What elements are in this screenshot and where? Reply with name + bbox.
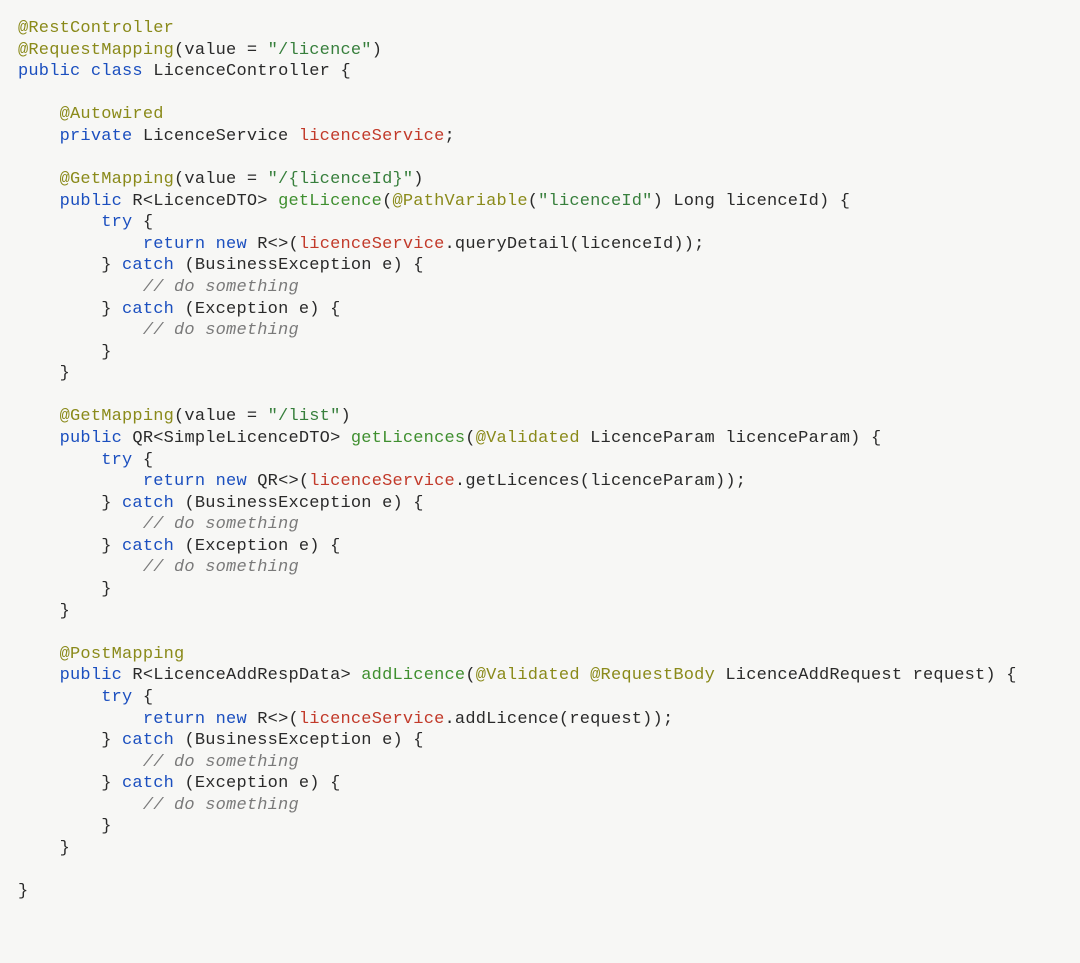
string-literal: "/list" [268,407,341,426]
code-text: LicenceParam licenceParam) { [580,429,882,448]
annotation: @Autowired [60,105,164,124]
code-text: (Exception e) { [174,537,340,556]
keyword: catch [122,256,174,275]
code-text: } [60,364,70,383]
code-text: { [132,451,153,470]
annotation: @PostMapping [60,645,185,664]
code-block: @RestController @RequestMapping(value = … [0,0,1080,943]
field: licenceService [299,235,445,254]
code-text: ( [465,429,475,448]
method-name: getLicence [278,192,382,211]
keyword: class [91,62,143,81]
string-literal: "/licence" [268,41,372,60]
code-text: R<>( [247,235,299,254]
keyword: try [101,213,132,232]
code-text: QR<>( [247,472,309,491]
code-text: ; [444,127,454,146]
annotation: @RequestMapping [18,41,174,60]
annotation: @RequestBody [590,666,715,685]
annotation: @Validated [476,666,580,685]
comment: // do something [143,796,299,815]
keyword: new [216,235,247,254]
keyword: catch [122,300,174,319]
code-text: R<LicenceDTO> [122,192,278,211]
comment: // do something [143,278,299,297]
code-text: R<>( [247,710,299,729]
code-text [580,666,590,685]
code-text: LicenceController { [143,62,351,81]
annotation: @RestController [18,19,174,38]
keyword: catch [122,537,174,556]
code-text: } [101,580,111,599]
code-text: .queryDetail(licenceId)); [445,235,705,254]
code-text: LicenceService [132,127,298,146]
keyword: return [143,710,205,729]
comment: // do something [143,753,299,772]
code-text: ) Long licenceId) { [653,192,851,211]
code-text: .getLicences(licenceParam)); [455,472,746,491]
code-text: .addLicence(request)); [445,710,674,729]
code-text: } [101,731,122,750]
annotation: @PathVariable [393,192,528,211]
code-text: } [101,494,122,513]
comment: // do something [143,515,299,534]
code-text: { [132,213,153,232]
code-text: (BusinessException e) { [174,494,424,513]
code-text: (BusinessException e) { [174,256,424,275]
keyword: public [60,429,122,448]
comment: // do something [143,558,299,577]
keyword: new [216,472,247,491]
annotation: @GetMapping [60,407,174,426]
string-literal: "licenceId" [538,192,652,211]
string-literal: "/{licenceId}" [268,170,414,189]
keyword: try [101,688,132,707]
code-text: { [132,688,153,707]
code-text: QR<SimpleLicenceDTO> [122,429,351,448]
comment: // do something [143,321,299,340]
code-text: } [101,774,122,793]
code-text: ) [413,170,423,189]
code-text: (value = [174,41,268,60]
keyword: return [143,472,205,491]
keyword: try [101,451,132,470]
code-text: ( [528,192,538,211]
method-name: getLicences [351,429,465,448]
keyword: new [216,710,247,729]
keyword: return [143,235,205,254]
code-text: } [101,817,111,836]
keyword: catch [122,731,174,750]
code-text: } [101,343,111,362]
code-text: } [18,882,28,901]
code-text: } [101,300,122,319]
field: licenceService [299,127,445,146]
code-text: } [60,602,70,621]
method-name: addLicence [361,666,465,685]
keyword: catch [122,774,174,793]
code-text: } [101,537,122,556]
code-text: } [60,839,70,858]
code-text: LicenceAddRequest request) { [715,666,1017,685]
annotation: @GetMapping [60,170,174,189]
code-text: ( [465,666,475,685]
keyword: catch [122,494,174,513]
code-text: (Exception e) { [174,300,340,319]
code-text: ) [340,407,350,426]
keyword: public [60,666,122,685]
field: licenceService [309,472,455,491]
keyword: public [60,192,122,211]
code-text: (Exception e) { [174,774,340,793]
code-text: (value = [174,407,268,426]
code-text: (value = [174,170,268,189]
code-text: ) [372,41,382,60]
code-text: R<LicenceAddRespData> [122,666,361,685]
keyword: public [18,62,80,81]
code-text: ( [382,192,392,211]
keyword: private [60,127,133,146]
code-text: (BusinessException e) { [174,731,424,750]
code-text: } [101,256,122,275]
field: licenceService [299,710,445,729]
annotation: @Validated [476,429,580,448]
